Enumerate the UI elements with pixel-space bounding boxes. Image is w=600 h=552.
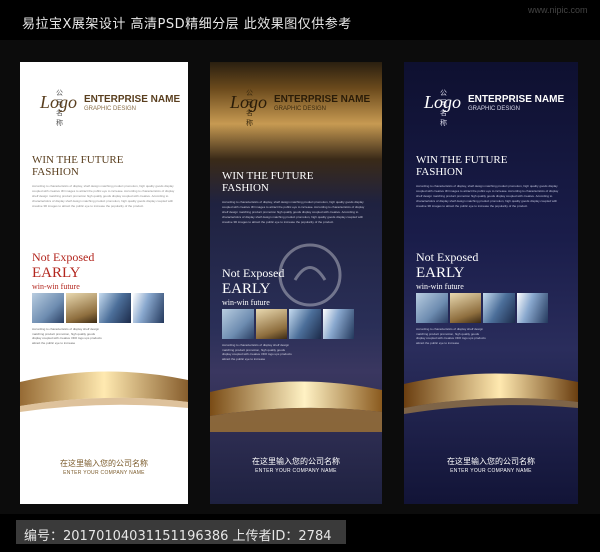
small-description: According to characteristics of display … [416,327,486,345]
photo-thumbnail [516,293,548,323]
header-bar: 易拉宝X展架设计 高清PSD精细分层 此效果图仅供参考 www.nipic.co… [0,0,600,40]
body-paragraph: According to characteristics of display,… [416,184,559,208]
watermark-logo: www.nipic.com [528,5,588,15]
company-name-cn: 在这里输入您的公司名称 [60,459,148,468]
banner-navy: 公司名称 Logo ENTERPRISE NAME GRAPHIC DESIGN… [404,62,578,504]
enterprise-name: ENTERPRISE NAME [274,94,371,105]
graphic-design-label: GRAPHIC DESIGN [468,106,521,112]
graphic-design-label: GRAPHIC DESIGN [84,106,137,112]
early-label: EARLY [416,265,465,281]
logo-word: Logo [424,92,462,112]
company-name-cn: 在这里输入您的公司名称 [252,457,340,466]
win-the-future: WIN THE FUTURE [416,154,508,166]
logo-word: Logo [40,92,78,112]
photo-strip [32,293,164,323]
fashion-label: FASHION [222,182,269,194]
page-title: 易拉宝X展架设计 高清PSD精细分层 此效果图仅供参考 [22,17,352,32]
win-the-future: WIN THE FUTURE [222,170,314,182]
early-label: EARLY [222,281,271,297]
fashion-label: FASHION [32,166,79,178]
company-name-en: ENTER YOUR COMPANY NAME [450,468,532,474]
win-the-future: WIN THE FUTURE [32,154,124,166]
winwin-label: win-win future [416,282,464,291]
photo-thumbnail [222,309,254,339]
banner-white: 公司名称 Logo ENTERPRISE NAME GRAPHIC DESIGN… [20,62,188,504]
photo-thumbnail [483,293,515,323]
gold-swoosh [404,373,578,414]
watermark-icon [278,243,342,307]
fashion-label: FASHION [416,166,463,178]
company-name-en: ENTER YOUR COMPANY NAME [255,468,337,474]
enterprise-name: ENTERPRISE NAME [468,94,565,105]
photo-strip [416,293,548,323]
enterprise-name: ENTERPRISE NAME [84,94,181,105]
small-description: According to characteristics of display … [222,343,292,361]
photo-thumbnail [132,293,164,323]
winwin-label: win-win future [222,298,270,307]
company-name-en: ENTER YOUR COMPANY NAME [63,470,145,476]
small-description: According to characteristics of display … [32,327,102,345]
photo-thumbnail [449,293,481,323]
gold-swoosh [20,371,188,412]
winwin-label: win-win future [32,282,80,291]
not-exposed-label: Not Exposed [416,250,479,264]
footer-bar: 编号：20170104031151196386 上传者ID：2784 [0,514,600,552]
not-exposed-label: Not Exposed [32,250,95,264]
photo-thumbnail [99,293,131,323]
photo-thumbnail [32,293,64,323]
footer-id-text: 编号：20170104031151196386 上传者ID：2784 [24,529,332,544]
body-paragraph: According to characteristics of display,… [32,184,175,208]
photo-thumbnail [416,293,448,323]
logo-word: Logo [230,92,268,112]
graphic-design-label: GRAPHIC DESIGN [274,106,327,112]
photo-thumbnail [65,293,97,323]
early-label: EARLY [32,265,81,281]
gold-swoosh [210,381,382,432]
company-name-cn: 在这里输入您的公司名称 [447,457,535,466]
